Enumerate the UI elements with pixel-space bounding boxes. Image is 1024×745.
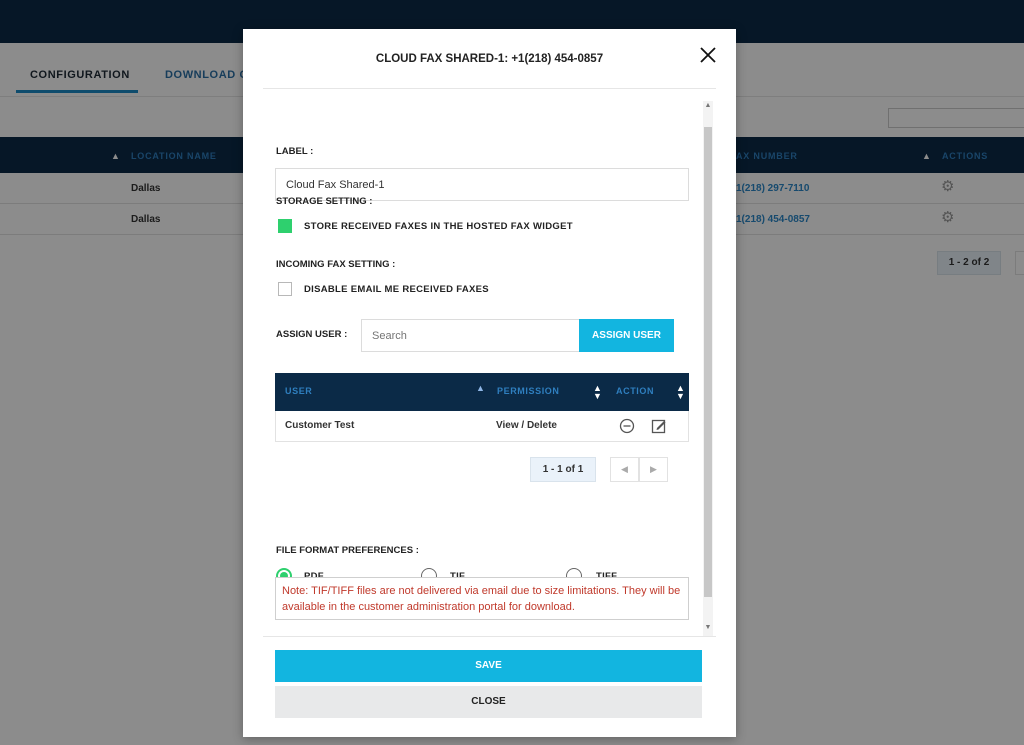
disable-email-label: DISABLE EMAIL ME RECEIVED FAXES — [304, 284, 489, 295]
file-format-heading: FILE FORMAT PREFERENCES : — [276, 545, 419, 556]
user-table-pager: 1 - 1 of 1 — [530, 457, 596, 482]
table-row: Customer Test View / Delete — [275, 411, 689, 442]
user-name-cell: Customer Test — [285, 420, 355, 431]
column-user[interactable]: USER — [285, 386, 312, 396]
scrollbar-thumb[interactable] — [704, 127, 712, 597]
divider — [263, 636, 716, 637]
scroll-up-icon[interactable]: ▲ — [703, 101, 713, 111]
assign-user-heading: ASSIGN USER : — [276, 329, 348, 340]
scrollbar[interactable]: ▲ ▼ — [703, 101, 713, 636]
store-faxes-label: STORE RECEIVED FAXES IN THE HOSTED FAX W… — [304, 221, 573, 232]
fax-settings-modal: CLOUD FAX SHARED-1: +1(218) 454-0857 ▲ ▼… — [243, 29, 736, 737]
modal-title: CLOUD FAX SHARED-1: +1(218) 454-0857 — [375, 53, 604, 65]
column-permission[interactable]: PERMISSION — [497, 386, 560, 396]
user-table-header: USER ▲ PERMISSION ▲ ▼ ACTION ▲ ▼ — [275, 373, 689, 411]
storage-heading: STORAGE SETTING : — [276, 196, 373, 207]
column-action[interactable]: ACTION — [616, 386, 654, 396]
edit-icon[interactable] — [651, 418, 667, 434]
permission-cell: View / Delete — [496, 420, 557, 431]
previous-page-icon[interactable]: ◀ — [610, 457, 639, 482]
sort-icon[interactable]: ▲ ▼ — [676, 384, 685, 401]
close-icon[interactable] — [698, 45, 718, 65]
incoming-heading: INCOMING FAX SETTING : — [276, 259, 396, 270]
sort-icon[interactable]: ▲ ▼ — [593, 384, 602, 401]
close-button[interactable]: CLOSE — [275, 686, 702, 718]
save-button[interactable]: SAVE — [275, 650, 702, 682]
scroll-down-icon[interactable]: ▼ — [703, 623, 713, 633]
format-note: Note: TIF/TIFF files are not delivered v… — [275, 577, 689, 620]
store-faxes-checkbox[interactable] — [278, 219, 292, 233]
sort-asc-icon[interactable]: ▲ — [476, 384, 485, 393]
user-search-input[interactable] — [361, 319, 580, 352]
next-page-icon[interactable]: ▶ — [639, 457, 668, 482]
disable-email-checkbox[interactable] — [278, 282, 292, 296]
assign-user-button[interactable]: ASSIGN USER — [579, 319, 674, 352]
modal-body: ▲ ▼ LABEL : STORAGE SETTING : STORE RECE… — [243, 89, 736, 636]
label-heading: LABEL : — [276, 146, 314, 157]
remove-user-icon[interactable] — [619, 418, 635, 434]
